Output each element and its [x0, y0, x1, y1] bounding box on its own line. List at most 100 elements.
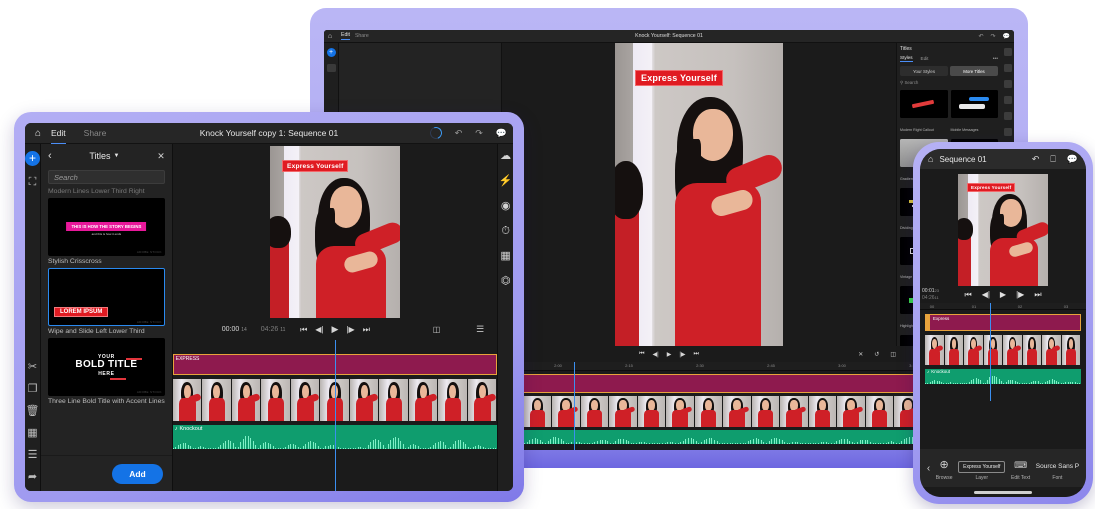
titles-list[interactable]: Modern Lines Lower Third Right THIS IS H…: [41, 188, 172, 455]
preview-title-chip[interactable]: Express Yourself: [967, 183, 1015, 192]
export-icon[interactable]: ☁: [500, 151, 511, 162]
step-back-button[interactable]: ◀|: [315, 325, 323, 334]
titles-tab-styles[interactable]: Styles: [900, 55, 913, 62]
toolbar-edit-text[interactable]: ⌨ Edit Text: [1011, 455, 1030, 481]
toolbar-font[interactable]: Source Sans P Font: [1036, 455, 1079, 481]
timeline-video-clip[interactable]: [925, 335, 1081, 365]
go-to-end-button[interactable]: ⏭: [694, 351, 699, 358]
list-icon[interactable]: ☰: [28, 450, 38, 461]
cut-icon[interactable]: ✂: [28, 362, 37, 373]
preview-partial-hair: [958, 218, 973, 240]
preview-title-chip[interactable]: Express Yourself: [635, 70, 723, 86]
save-icon[interactable]: ⎕: [1050, 154, 1055, 165]
undo-icon[interactable]: ↶: [455, 128, 463, 139]
redo-icon[interactable]: ↷: [990, 33, 995, 40]
effects-icon[interactable]: ⚡: [499, 176, 513, 187]
title-preset-item[interactable]: Mobile Messages: [951, 90, 999, 136]
filmstrip-frame: [695, 396, 724, 427]
quality-icon[interactable]: ◫: [890, 351, 896, 358]
filmstrip-frame: [809, 396, 838, 427]
audio-icon[interactable]: ⏱: [501, 226, 510, 237]
step-forward-button[interactable]: |▶: [1016, 290, 1024, 300]
tablet-timeline[interactable]: EXPRESS ♪Knockout: [173, 340, 498, 491]
transform-icon[interactable]: ⏣: [501, 276, 511, 287]
toolbar-layer[interactable]: Express Yourself Layer: [958, 455, 1005, 481]
titles-tab-edit[interactable]: Edit: [921, 56, 929, 61]
go-to-start-button[interactable]: ⏮: [964, 290, 971, 300]
toolbar-browse[interactable]: ⊕ Browse: [936, 455, 953, 481]
delete-icon[interactable]: 🗑: [26, 406, 40, 417]
timeline-playhead[interactable]: [335, 340, 336, 491]
tablet-preview-video[interactable]: Express Yourself: [270, 146, 400, 318]
filmstrip-frame: [350, 379, 380, 421]
step-forward-button[interactable]: |▶: [679, 351, 685, 358]
comment-icon[interactable]: 💬: [1067, 154, 1078, 165]
phone-timeline-ruler[interactable]: 00 01 02 03: [920, 303, 1086, 310]
captions-icon[interactable]: ▦: [500, 251, 510, 262]
add-button[interactable]: Add: [112, 464, 163, 484]
go-to-start-button[interactable]: ⏮: [300, 325, 307, 335]
step-forward-button[interactable]: |▶: [346, 325, 354, 334]
keyframe-icon[interactable]: ➦: [28, 472, 37, 483]
toggle-your-styles[interactable]: Your Styles: [900, 66, 948, 76]
back-button[interactable]: ‹: [48, 150, 52, 162]
list-item[interactable]: THIS IS HOW THE STORY BEGINS and this is…: [48, 198, 165, 256]
undo-icon[interactable]: ↶: [978, 33, 983, 40]
overflow-menu-icon[interactable]: •••: [993, 56, 998, 62]
timeline-audio-clip[interactable]: ♪Knockout: [925, 369, 1081, 384]
phone-transport: 00:0123 04:2611 ⏮ ◀| ▶ |▶ ⏭: [920, 288, 1086, 303]
transform-icon[interactable]: [1004, 128, 1012, 136]
color-icon[interactable]: [1004, 80, 1012, 88]
preview-partial-hair: [270, 216, 291, 248]
loop-icon[interactable]: ↺: [874, 351, 879, 358]
color-icon[interactable]: ◉: [501, 201, 511, 212]
phone-timeline[interactable]: Express ♪Knockout: [920, 310, 1086, 449]
filmstrip-frame: [609, 396, 638, 427]
step-back-button[interactable]: ◀|: [982, 290, 990, 300]
captions-icon[interactable]: [1004, 112, 1012, 120]
effects-icon[interactable]: [1004, 64, 1012, 72]
timeline-playhead[interactable]: [990, 303, 991, 401]
close-icon[interactable]: ✕: [157, 151, 165, 162]
quality-icon[interactable]: ◫: [433, 325, 441, 334]
comment-icon[interactable]: 💬: [496, 128, 507, 139]
toggle-more-titles[interactable]: More Titles: [950, 66, 998, 76]
home-icon[interactable]: ⌂: [928, 154, 933, 164]
preview-title-chip[interactable]: Express Yourself: [282, 160, 348, 172]
step-back-button[interactable]: ◀|: [653, 351, 659, 358]
timeline-title-clip[interactable]: Express: [925, 314, 1081, 331]
panel-title[interactable]: Titles▼: [89, 151, 119, 161]
list-item-caption: Wipe and Slide Left Lower Third: [48, 328, 165, 335]
caption-icon[interactable]: ▦: [27, 428, 37, 439]
play-button[interactable]: ▶: [332, 324, 339, 335]
undo-icon[interactable]: ↶: [1032, 154, 1040, 165]
filmstrip-frame: [202, 379, 232, 421]
mark-in-out-icon[interactable]: ✕: [858, 351, 863, 358]
titles-search-input[interactable]: ⚲ Search: [900, 80, 998, 86]
phone-preview-video[interactable]: Express Yourself: [958, 174, 1048, 286]
export-icon[interactable]: [1004, 48, 1012, 56]
search-input[interactable]: Search: [48, 170, 165, 184]
play-button[interactable]: ▶: [1000, 290, 1006, 300]
add-icon[interactable]: +: [327, 48, 336, 57]
title-preset-item[interactable]: Modern Right Callout: [900, 90, 948, 136]
back-button[interactable]: ‹: [927, 463, 930, 474]
go-to-start-button[interactable]: ⏮: [639, 351, 644, 358]
laptop-preview-video[interactable]: Express Yourself: [615, 43, 783, 346]
preview-partial-hair: [615, 161, 643, 219]
add-icon[interactable]: +: [25, 151, 40, 166]
comment-icon[interactable]: 💬: [1003, 33, 1010, 40]
timeline-playhead[interactable]: [574, 362, 575, 450]
audio-icon[interactable]: [1004, 96, 1012, 104]
redo-icon[interactable]: ↷: [475, 128, 483, 139]
media-icon[interactable]: [327, 64, 336, 72]
go-to-end-button[interactable]: ⏭: [1034, 290, 1041, 300]
duplicate-icon[interactable]: ❐: [28, 384, 38, 395]
list-item[interactable]: YOUR BOLD TITLE HERE ADOBE STOCK: [48, 338, 165, 396]
media-icon[interactable]: ⛶: [29, 177, 37, 188]
tablet-screen: ⌂ Edit Share Knock Yourself copy 1: Sequ…: [25, 123, 513, 491]
menu-icon[interactable]: ☰: [476, 324, 484, 335]
list-item-selected[interactable]: LOREM IPSUM ADOBE STOCK: [48, 268, 165, 326]
play-button[interactable]: ▶: [667, 351, 672, 358]
go-to-end-button[interactable]: ⏭: [363, 325, 370, 335]
